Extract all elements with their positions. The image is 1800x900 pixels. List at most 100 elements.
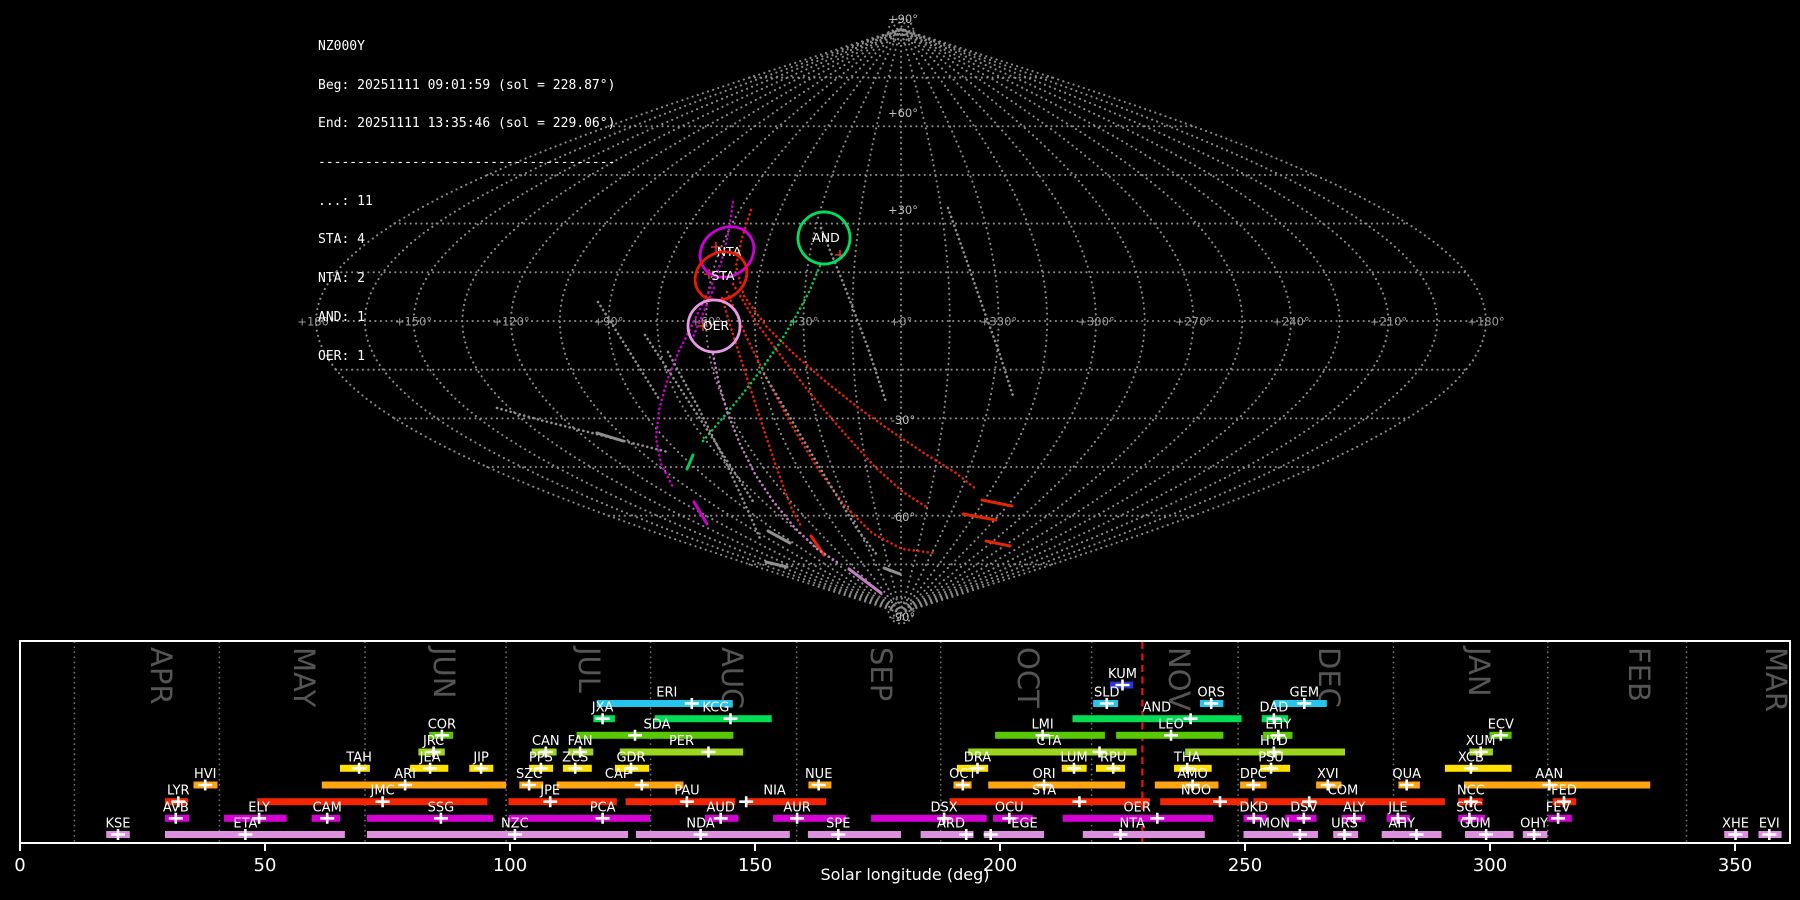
shower-label-AMO: AMO [1177,767,1207,782]
shower-label-ORI: ORI [1033,767,1056,782]
shower-peak-ERI [684,698,699,709]
shower-label-FAN: FAN [568,734,593,749]
shower-bar-SDA [576,731,734,739]
shower-label-NIA: NIA [763,784,786,799]
lon-label: +180° [1467,315,1504,329]
meteor-radiants-screen: { "info": { "station": "NZ000Y", "beg": … [0,0,1800,900]
info-block: NZ000Y Beg: 20251111 09:01:59 (sol = 228… [318,15,615,376]
radiant-label-OER: OER [703,318,730,333]
shower-label-CTA: CTA [1037,734,1062,749]
timeline-frame [19,640,1791,844]
activity-timeline: APR MAY JUN JUL AUG SEP OCT NOV DEC JAN FEB MARKUME… [14,640,1793,876]
shower-label-XCB: XCB [1458,750,1484,765]
shower-label-COR: COR [428,717,456,732]
count-sporadic: ...: 11 [318,193,373,209]
lat-label: +90° [888,12,918,26]
shower-label-URS: URS [1331,817,1358,832]
month-label-JUL: JUL [572,645,606,693]
shower-label-FEV: FEV [1546,800,1571,815]
separator-line: -------------------------------------- [318,154,616,170]
shower-bar-NDA [635,831,790,838]
count-sta: STA: 4 [318,232,365,248]
shower-label-SSG: SSG [428,800,455,815]
shower-label-DSX: DSX [931,800,958,815]
shower-bar-SSG [366,814,494,822]
lon-label: +330° [980,315,1017,329]
shower-label-TAH: TAH [345,750,372,765]
shower-label-LYR: LYR [167,784,190,799]
month-label-OCT: OCT [1011,647,1045,708]
shower-peak-AND [1183,713,1198,725]
shower-label-EGE: EGE [1011,817,1038,832]
shower-label-LUM: LUM [1060,750,1087,765]
shower-bar-STA [949,798,1150,806]
shower-label-EHY: EHY [1265,717,1291,732]
shower-label-ARD: ARD [937,817,965,832]
shower-bar-SPE [807,831,901,838]
shower-label-NOO: NOO [1181,784,1211,799]
shower-label-QUA: QUA [1392,767,1421,782]
x-tick-label: 300 [1473,855,1507,876]
shower-bar-PCA [508,814,651,822]
shower-bar-NZC [366,831,629,838]
shower-bar-ETA [165,831,345,838]
x-tick-label: 0 [14,855,25,876]
shower-label-NCC: NCC [1457,784,1485,799]
shower-label-NZC: NZC [501,817,529,832]
month-label-APR: APR [144,647,178,704]
shower-label-COM: COM [1328,784,1359,799]
shower-label-OER: OER [1123,800,1150,815]
month-label-SEP: SEP [864,647,898,701]
shower-label-FED: FED [1551,784,1577,799]
x-tick-label: 200 [983,855,1017,876]
shower-label-EVI: EVI [1759,817,1780,832]
shower-label-SCC: SCC [1456,800,1482,815]
x-tick-label: 150 [738,855,772,876]
meteor-trail-dotted [762,372,879,557]
station-id: NZ000Y [318,38,365,54]
shower-peak-MON [1292,829,1307,840]
shower-label-KUM: KUM [1108,667,1137,682]
shower-label-JRC: JRC [422,734,444,749]
shower-label-NDA: NDA [686,817,715,832]
x-tick-label: 250 [1228,855,1262,876]
shower-label-AND: AND [1142,701,1171,716]
lat-label: +30° [888,203,918,217]
radiant-label-AND: AND [812,230,840,245]
shower-peak-CAP [634,779,649,791]
x-tick-label: 50 [254,855,277,876]
lon-label: +300° [1077,315,1114,329]
shower-label-DAD: DAD [1260,701,1289,716]
shower-peak-NOO [1213,796,1227,808]
shower-label-THA: THA [1173,750,1201,765]
shower-bar-CAP [556,781,684,789]
month-label-MAY: MAY [287,647,321,708]
shower-label-XVI: XVI [1317,767,1339,782]
shower-label-CAP: CAP [605,767,631,782]
meteor-trail-dotted [666,350,763,543]
shower-peak-SDA [628,729,642,741]
shower-label-GEM: GEM [1290,686,1320,701]
count-nta: NTA: 2 [318,271,365,287]
shower-label-GDR: GDR [616,750,645,765]
lat-label: -60° [891,510,916,524]
shower-peak-EGE [983,829,998,840]
shower-label-PER: PER [669,734,694,749]
meteor-trail-solid [595,431,625,443]
shower-label-AUD: AUD [706,800,734,815]
shower-label-SZC: SZC [516,767,542,782]
shower-bar-XCB [1444,764,1512,772]
shower-label-ELY: ELY [248,800,270,815]
shower-label-JIP: JIP [472,750,489,765]
session-begin: Beg: 20251111 09:01:59 (sol = 228.87°) [318,77,616,93]
month-label-FEB: FEB [1622,647,1656,702]
shower-label-CAM: CAM [313,800,342,815]
shower-label-OHY: OHY [1520,817,1548,832]
shower-label-PPS: PPS [529,750,553,765]
shower-label-ETA: ETA [233,817,257,832]
lat-label: +60° [888,106,918,120]
shower-label-NUE: NUE [805,767,832,782]
shower-label-GUM: GUM [1460,817,1491,832]
shower-label-XUM: XUM [1466,734,1496,749]
shower-bar-AND [1072,715,1242,723]
